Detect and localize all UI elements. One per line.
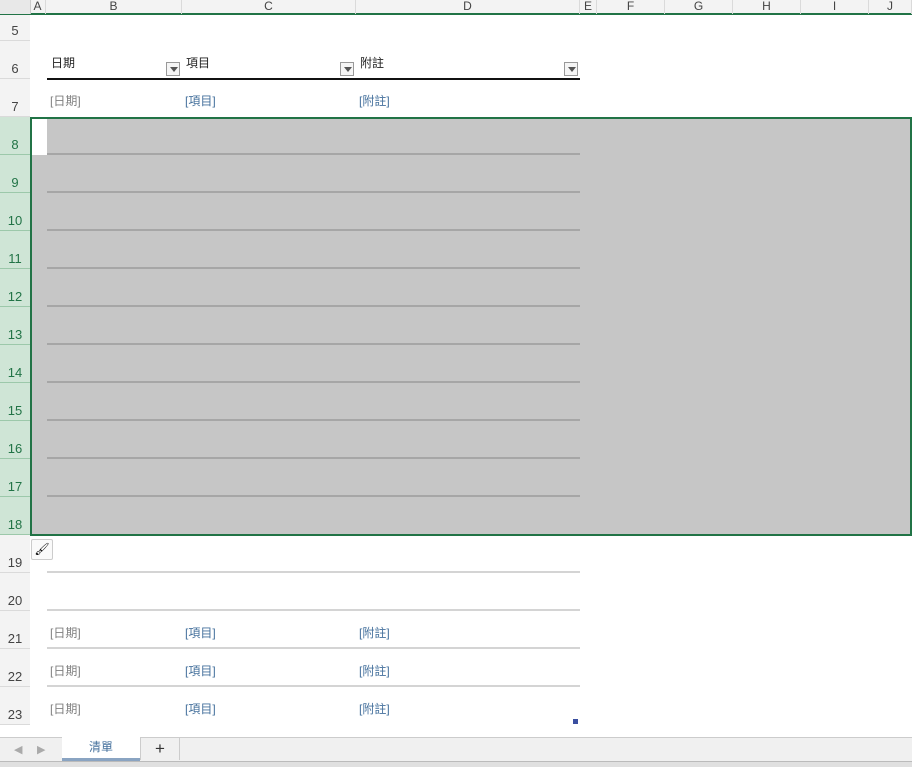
sheet-tab-bar: ◀ ▶ 清單 + (0, 737, 912, 762)
column-header-G[interactable]: G (665, 0, 733, 14)
row-header-13[interactable]: 13 (0, 307, 30, 345)
placeholder-note[interactable]: [附註] (359, 662, 390, 679)
add-sheet-button[interactable]: + (140, 738, 180, 760)
row-header-6[interactable]: 6 (0, 41, 30, 79)
select-all-corner[interactable] (0, 0, 31, 14)
placeholder-note[interactable]: [附註] (359, 700, 390, 717)
table-row-divider (47, 685, 580, 687)
row-header-11[interactable]: 11 (0, 231, 30, 269)
table-row-divider (47, 267, 580, 269)
placeholder-note[interactable]: [附註] (359, 624, 390, 641)
row-header-15[interactable]: 15 (0, 383, 30, 421)
column-header-I[interactable]: I (801, 0, 869, 14)
column-header-B[interactable]: B (46, 0, 182, 14)
placeholder-date[interactable]: [日期] (50, 624, 81, 641)
table-row-divider (47, 609, 580, 611)
row-header-12[interactable]: 12 (0, 269, 30, 307)
active-cell[interactable] (32, 119, 47, 155)
column-header-C[interactable]: C (182, 0, 356, 14)
row-header-23[interactable]: 23 (0, 687, 30, 725)
column-header-F[interactable]: F (597, 0, 665, 14)
placeholder-item[interactable]: [項目] (185, 662, 216, 679)
column-header-J[interactable]: J (869, 0, 912, 14)
header-date: 日期 (51, 56, 76, 70)
quick-format-brush-icon[interactable]: 🖌 (31, 539, 53, 560)
row-header-22[interactable]: 22 (0, 649, 30, 687)
placeholder-date[interactable]: [日期] (50, 700, 81, 717)
row-header-17[interactable]: 17 (0, 459, 30, 497)
column-header-bar: ABCDEFGHIJ (0, 0, 912, 15)
table-row-divider (47, 381, 580, 383)
placeholder-note[interactable]: [附註] (359, 92, 390, 109)
row-header-10[interactable]: 10 (0, 193, 30, 231)
column-header-H[interactable]: H (733, 0, 801, 14)
status-bar (0, 761, 912, 767)
row-header-19[interactable]: 19 (0, 535, 30, 573)
column-header-E[interactable]: E (580, 0, 597, 14)
row-header-18[interactable]: 18 (0, 497, 30, 535)
table-row-divider (47, 229, 580, 231)
sheet-tab-list[interactable]: 清單 (62, 737, 140, 761)
header-underline (47, 78, 580, 80)
scroll-right-icon[interactable]: ▶ (37, 743, 45, 756)
placeholder-item[interactable]: [項目] (185, 624, 216, 641)
placeholder-date[interactable]: [日期] (50, 92, 81, 109)
table-row-divider (47, 571, 580, 573)
scroll-left-icon[interactable]: ◀ (14, 743, 22, 756)
table-resize-handle[interactable] (573, 719, 578, 724)
placeholder-item[interactable]: [項目] (185, 92, 216, 109)
table-row-divider (47, 305, 580, 307)
header-note: 附註 (360, 56, 385, 70)
placeholder-date[interactable]: [日期] (50, 662, 81, 679)
selected-range[interactable] (30, 117, 912, 536)
table-row-divider (47, 495, 580, 497)
table-row-divider (47, 647, 580, 649)
table-row-divider (47, 153, 580, 155)
row-header-7[interactable]: 7 (0, 79, 30, 117)
row-header-20[interactable]: 20 (0, 573, 30, 611)
row-header-14[interactable]: 14 (0, 345, 30, 383)
table-row-divider (47, 457, 580, 459)
row-header-5[interactable]: 5 (0, 15, 30, 41)
table-row-divider (47, 343, 580, 345)
filter-dropdown-date[interactable] (166, 62, 180, 76)
placeholder-item[interactable]: [項目] (185, 700, 216, 717)
table-row-divider (47, 191, 580, 193)
filter-dropdown-note[interactable] (564, 62, 578, 76)
column-header-A[interactable]: A (30, 0, 46, 14)
table-row-divider (47, 419, 580, 421)
row-header-9[interactable]: 9 (0, 155, 30, 193)
row-header-16[interactable]: 16 (0, 421, 30, 459)
row-header-21[interactable]: 21 (0, 611, 30, 649)
header-item: 項目 (186, 56, 211, 70)
filter-dropdown-item[interactable] (340, 62, 354, 76)
column-header-D[interactable]: D (356, 0, 580, 14)
row-header-8[interactable]: 8 (0, 117, 30, 155)
